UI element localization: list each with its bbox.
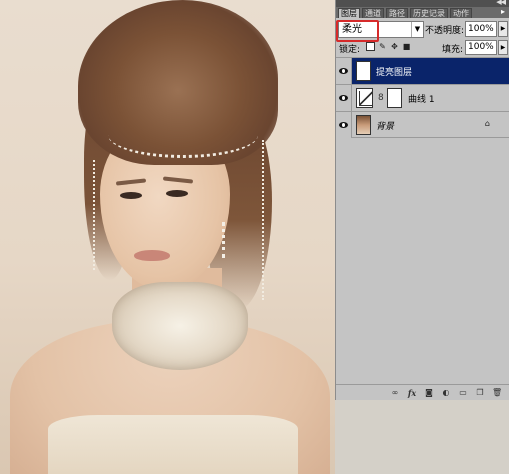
- panel-menu-icon[interactable]: ▸: [501, 7, 505, 16]
- layer-name: 提亮图层: [376, 68, 413, 78]
- blend-row: 柔光 ▼ 不透明度: 100% ▶: [336, 21, 509, 39]
- mask-icon[interactable]: ◙: [424, 388, 434, 398]
- layer-name: 背景: [376, 122, 395, 132]
- lock-row: 锁定: ✎ ✥ ■ 填充: 100% ▶: [336, 40, 509, 55]
- eye-icon: [339, 122, 348, 128]
- new-layer-icon[interactable]: ❐: [475, 388, 485, 398]
- photo-tiara: [108, 112, 258, 158]
- photo-earring: [222, 222, 228, 258]
- layers-list: 提亮图层 8 曲线 1 背景 ⌂: [336, 57, 509, 138]
- layer-mask-thumbnail[interactable]: [387, 88, 402, 108]
- tab-paths[interactable]: 路径: [386, 8, 408, 18]
- lock-icons: ✎ ✥ ■: [366, 42, 411, 51]
- curves-adjustment-icon: [356, 88, 373, 108]
- visibility-toggle[interactable]: [336, 85, 352, 111]
- tab-channels[interactable]: 通道: [362, 8, 384, 18]
- layers-panel: ◀◀ 图层 通道 路径 历史记录 动作 ▸ 柔光 ▼ 不透明度: 100% ▶ …: [335, 0, 509, 400]
- fill-input[interactable]: 100%: [465, 40, 497, 55]
- photo-hair-chain-left: [93, 160, 99, 270]
- photo-dress: [48, 415, 298, 474]
- lock-transparent-icon[interactable]: [366, 42, 375, 51]
- layer-row-highlight[interactable]: 提亮图层: [336, 57, 509, 84]
- photo-eye-right: [166, 190, 188, 197]
- panel-bottom-toolbar: ∞ fx ◙ ◐ ▭ ❐ 🗑: [336, 384, 509, 400]
- blend-mode-value: 柔光: [342, 24, 362, 35]
- eye-icon: [339, 95, 348, 101]
- lock-label: 锁定:: [339, 45, 361, 55]
- tab-actions[interactable]: 动作: [450, 8, 472, 18]
- layer-row-background[interactable]: 背景 ⌂: [336, 111, 509, 138]
- fill-label: 填充:: [442, 45, 464, 55]
- photo-lips: [134, 250, 170, 261]
- panel-tabs: 图层 通道 路径 历史记录 动作 ▸: [336, 7, 509, 18]
- lock-icon: ⌂: [484, 119, 490, 128]
- trash-icon[interactable]: 🗑: [492, 388, 502, 398]
- opacity-slider-arrow-icon[interactable]: ▶: [498, 21, 508, 37]
- tab-layers[interactable]: 图层: [338, 8, 360, 18]
- opacity-label: 不透明度:: [425, 26, 465, 36]
- lock-move-icon[interactable]: ✥: [390, 42, 399, 51]
- fx-icon[interactable]: fx: [407, 388, 417, 398]
- collapse-arrows-icon[interactable]: ◀◀: [496, 0, 506, 6]
- blend-mode-select[interactable]: 柔光 ▼: [338, 21, 424, 38]
- layer-name: 曲线 1: [408, 95, 435, 105]
- panel-titlebar[interactable]: ◀◀: [336, 0, 509, 7]
- lock-paint-brush-icon[interactable]: ✎: [378, 42, 387, 51]
- layer-thumbnail: [356, 61, 371, 81]
- adjustment-icon[interactable]: ◐: [441, 388, 451, 398]
- visibility-toggle[interactable]: [336, 112, 352, 138]
- opacity-input[interactable]: 100%: [465, 21, 497, 37]
- link-layers-icon[interactable]: ∞: [390, 388, 400, 398]
- photo-eye-left: [120, 192, 142, 199]
- group-folder-icon[interactable]: ▭: [458, 388, 468, 398]
- visibility-toggle[interactable]: [336, 58, 352, 84]
- layer-thumbnail: [356, 115, 371, 135]
- tab-history[interactable]: 历史记录: [410, 8, 448, 18]
- fill-slider-arrow-icon[interactable]: ▶: [498, 40, 508, 55]
- lock-all-icon[interactable]: ■: [402, 42, 411, 51]
- dropdown-arrow-icon[interactable]: ▼: [411, 22, 423, 37]
- photo-choker: [112, 282, 248, 370]
- layer-row-curves[interactable]: 8 曲线 1: [336, 84, 509, 111]
- photo-hair-chain-right: [262, 140, 270, 300]
- document-canvas[interactable]: [0, 0, 335, 474]
- eye-icon: [339, 68, 348, 74]
- chain-link-icon[interactable]: 8: [378, 93, 384, 103]
